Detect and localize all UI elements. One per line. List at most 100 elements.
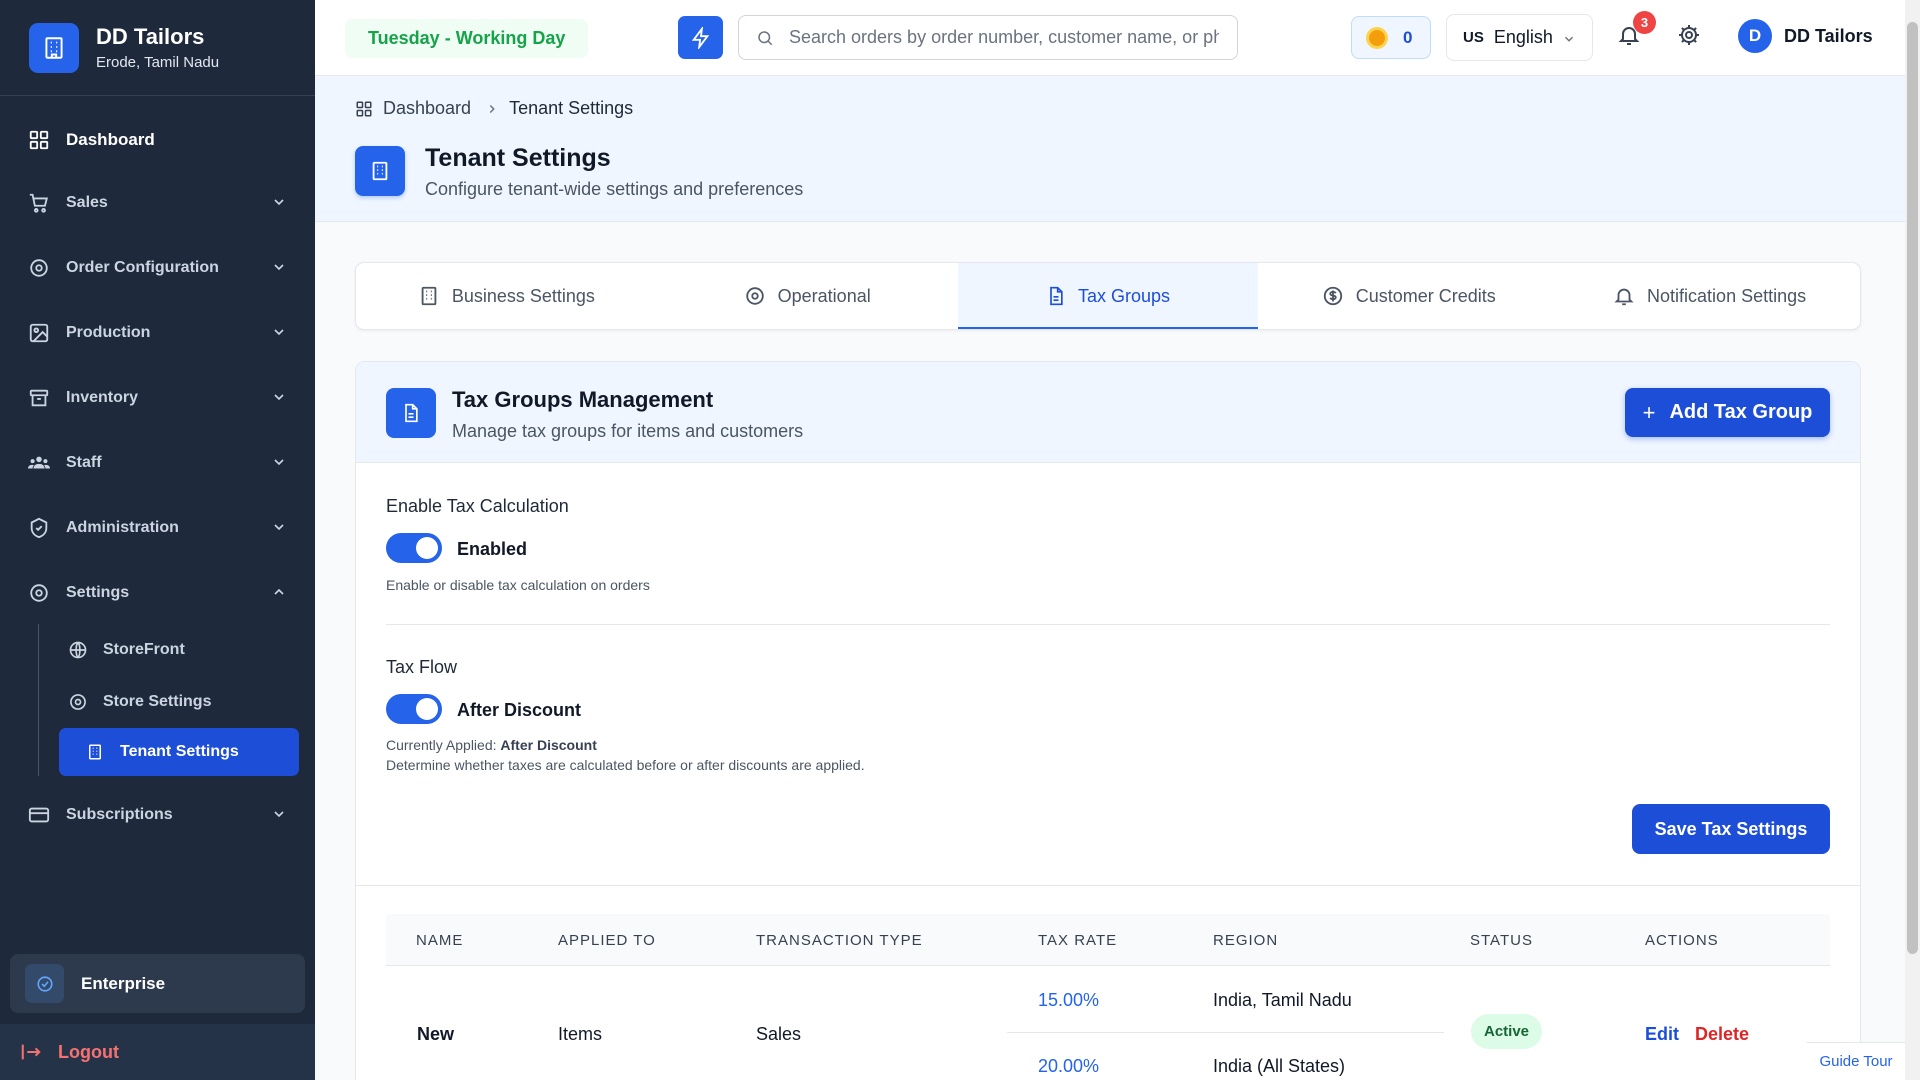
column-header: NAME [416,932,464,949]
sidebar-subitem-label: Tenant Settings [120,743,239,760]
brand-location: Erode, Tamil Nadu [96,54,220,71]
chevron-down-icon [271,519,287,535]
gear-icon [67,691,89,713]
chevron-up-icon [271,584,287,600]
plan-badge: Enterprise [10,954,305,1013]
column-header: STATUS [1470,932,1533,949]
tab-tax-groups[interactable]: Tax Groups [957,263,1259,329]
sidebar-item-settings[interactable]: Settings [0,569,315,617]
building-icon [29,22,79,73]
chevron-down-icon [271,806,287,822]
logout-label: Logout [58,1041,119,1062]
submenu-line [38,624,39,776]
gear-icon [1677,23,1701,47]
sidebar-item-production[interactable]: Production [0,309,315,357]
enable-tax-state: Enabled [457,539,528,559]
card-header: Tax Groups Management Manage tax groups … [356,362,1860,463]
tax-flow-toggle[interactable] [386,694,442,724]
column-header: ACTIONS [1645,932,1719,949]
users-icon [26,450,52,476]
tab-label: Customer Credits [1355,285,1496,306]
coin-icon [1366,26,1388,49]
scrollbar-thumb[interactable] [1907,22,1918,954]
tab-label: Business Settings [451,285,595,306]
page-title: Tenant Settings [425,144,611,172]
document-icon [386,388,436,438]
chevron-down-icon [271,324,287,340]
page-subtitle: Configure tenant-wide settings and prefe… [425,179,804,199]
tax-flow-help: Determine whether taxes are calculated b… [386,757,865,773]
save-tax-settings-button[interactable]: Save Tax Settings [1632,804,1830,854]
enable-tax-help: Enable or disable tax calculation on ord… [386,577,650,593]
language-selector[interactable]: US English [1446,14,1593,61]
edit-link[interactable]: Edit [1645,1024,1679,1045]
applied-value: After Discount [500,737,597,753]
tab-notification-settings[interactable]: Notification Settings [1559,263,1860,329]
card-icon [26,802,52,828]
shield-icon [26,515,52,541]
column-header: TAX RATE [1038,932,1118,949]
cell-applied-to: Items [558,1024,603,1044]
delete-link[interactable]: Delete [1695,1024,1749,1045]
brand-header: DD Tailors Erode, Tamil Nadu [0,0,315,96]
bell-icon [1613,285,1635,307]
sidebar-item-inventory[interactable]: Inventory [0,374,315,422]
column-header: TRANSACTION TYPE [756,932,923,949]
grid-icon [26,127,52,153]
sidebar-item-subscriptions[interactable]: Subscriptions [0,791,315,839]
enable-tax-toggle[interactable] [386,533,442,563]
sidebar-item-administration[interactable]: Administration [0,504,315,552]
tab-operational[interactable]: Operational [657,263,958,329]
settings-button[interactable] [1677,23,1701,47]
breadcrumb-home[interactable]: Dashboard [383,98,471,119]
sidebar-item-staff[interactable]: Staff [0,439,315,487]
sidebar-item-order-configuration[interactable]: Order Configuration [0,244,315,292]
chevron-down-icon [271,389,287,405]
tax-flow-applied: Currently Applied: After Discount [386,737,597,753]
gear-icon [26,255,52,281]
add-tax-group-label: Add Tax Group [1669,401,1813,423]
search-icon [756,29,774,47]
tab-label: Tax Groups [1077,285,1171,306]
card-divider [356,885,1860,886]
lightning-icon [690,26,712,49]
sidebar-item-label: Dashboard [66,130,155,149]
section-divider [386,624,1830,625]
check-circle-icon [25,964,64,1003]
tab-business-settings[interactable]: Business Settings [356,263,657,329]
column-header: APPLIED TO [558,932,656,949]
sidebar-item-label: Production [66,324,151,341]
card-subtitle: Manage tax groups for items and customer… [452,421,804,441]
sidebar-subitem-store-settings[interactable]: Store Settings [59,678,299,726]
user-name: DD Tailors [1784,25,1873,46]
tab-label: Operational [777,285,871,306]
add-tax-group-button[interactable]: + Add Tax Group [1625,388,1830,437]
globe-icon [67,639,89,661]
sidebar-subitem-storefront[interactable]: StoreFront [59,626,299,674]
cell-region: India (All States) [1213,1056,1346,1076]
tab-customer-credits[interactable]: Customer Credits [1258,263,1559,329]
search-box [738,15,1238,60]
sidebar-subitem-tenant-settings[interactable]: Tenant Settings [59,728,299,776]
gear-icon [26,580,52,606]
tab-label: Notification Settings [1647,285,1807,306]
avatar: D [1738,19,1772,53]
top-header: Tuesday - Working Day 0 US English 3 D D… [315,0,1905,76]
search-input[interactable] [789,27,1219,48]
sidebar-item-label: Sales [66,194,108,211]
chevron-down-icon [271,259,287,275]
brand-name: DD Tailors [96,24,205,49]
image-icon [26,320,52,346]
logout-button[interactable]: Logout [0,1024,315,1080]
chevron-down-icon [271,194,287,210]
sidebar-item-sales[interactable]: Sales [0,179,315,227]
coin-balance[interactable]: 0 [1351,16,1431,59]
cell-transaction-type: Sales [756,1024,802,1044]
sidebar-item-label: Order Configuration [66,259,219,276]
guide-tour-button[interactable]: Guide Tour [1807,1042,1905,1080]
sidebar-item-dashboard[interactable]: Dashboard [0,116,315,164]
user-menu[interactable]: D DD Tailors [1738,19,1873,53]
page-header: Dashboard Tenant Settings Tenant Setting… [315,76,1905,222]
quick-action-button[interactable] [678,16,723,59]
table-header: NAME APPLIED TO TRANSACTION TYPE TAX RAT… [386,914,1830,966]
